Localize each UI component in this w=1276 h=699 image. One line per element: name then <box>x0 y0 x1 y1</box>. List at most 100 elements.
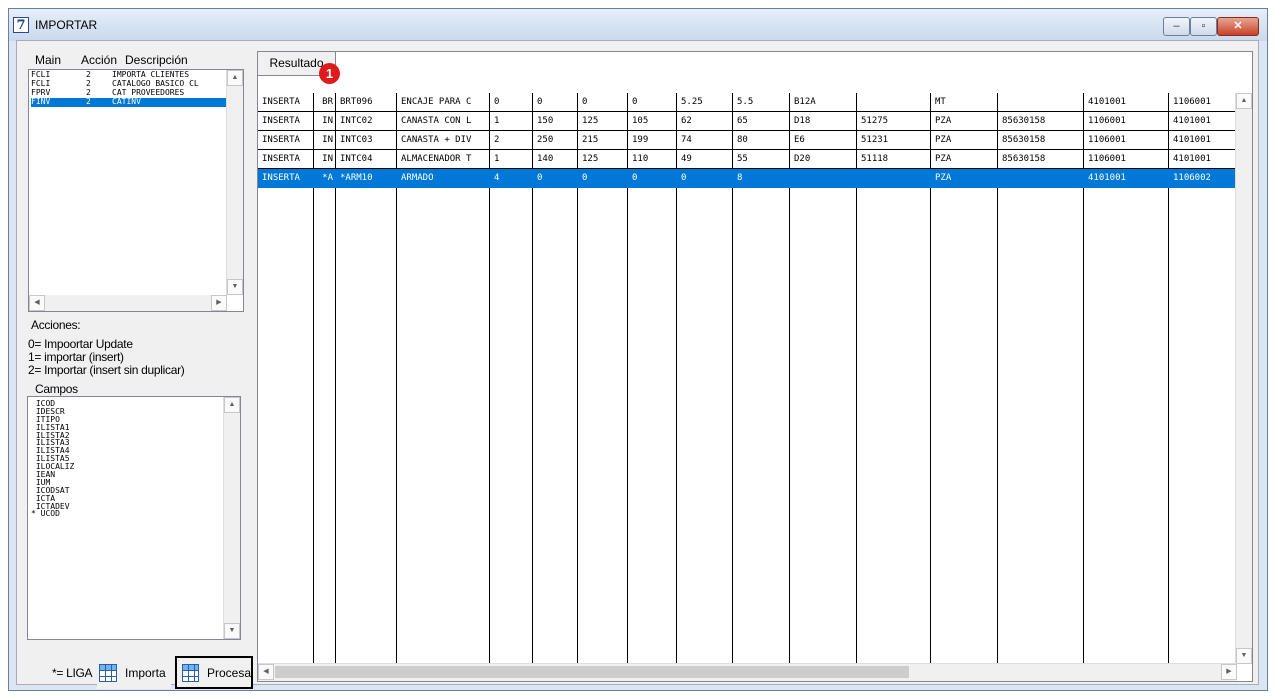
table-cell[interactable]: 215 <box>578 131 628 150</box>
title-bar[interactable]: 7 IMPORTAR – ▫ ✕ <box>9 9 1267 41</box>
table-cell[interactable]: ENCAJE PARA C <box>397 93 490 112</box>
table-cell[interactable]: 5.5 <box>733 93 790 112</box>
table-cell[interactable]: 85630158 <box>998 131 1084 150</box>
table-cell[interactable]: ALMACENADOR T <box>397 150 490 169</box>
table-cell[interactable]: BR <box>314 93 336 112</box>
scroll-up-icon[interactable]: ▲ <box>227 70 243 86</box>
grid-hscroll[interactable]: ◀ ▶ <box>258 663 1237 681</box>
table-cell[interactable]: 1106001 <box>1084 150 1169 169</box>
hscroll-thumb[interactable] <box>275 666 909 678</box>
table-cell[interactable]: CANASTA + DIV <box>397 131 490 150</box>
table-cell[interactable]: 2 <box>490 131 533 150</box>
table-cell[interactable]: PZA <box>931 169 998 188</box>
table-cell[interactable]: 74 <box>677 131 733 150</box>
grid-vscroll[interactable]: ▲ ▼ <box>1235 93 1252 664</box>
table-cell[interactable]: CANASTA CON L <box>397 112 490 131</box>
table-cell[interactable]: 55 <box>733 150 790 169</box>
procesa-button[interactable]: Procesa <box>175 656 253 689</box>
campo-item[interactable]: ILOCALIZ <box>31 463 221 471</box>
table-cell[interactable]: 8 <box>733 169 790 188</box>
table-cell[interactable]: 0 <box>677 169 733 188</box>
table-cell[interactable]: 105 <box>628 112 677 131</box>
table-cell[interactable]: 0 <box>490 93 533 112</box>
table-cell[interactable]: D18 <box>790 112 857 131</box>
table-cell[interactable]: INSERTA <box>258 112 314 131</box>
table-cell[interactable]: 85630158 <box>998 112 1084 131</box>
table-cell[interactable] <box>998 93 1084 112</box>
table-cell[interactable]: 150 <box>533 112 578 131</box>
table-cell[interactable]: E6 <box>790 131 857 150</box>
table-cell[interactable]: 51275 <box>857 112 931 131</box>
scroll-down-icon[interactable]: ▼ <box>1236 648 1252 664</box>
campos-listbox[interactable]: ICOD IDESCR ITIPO ILISTA1 ILISTA2 ILISTA… <box>27 396 241 640</box>
table-cell[interactable]: BRT096 <box>336 93 397 112</box>
table-cell[interactable]: 4101001 <box>1084 93 1169 112</box>
table-row[interactable]: INSERTA *A *ARM10 ARMADO 4 0 0 0 0 8 PZA 4101001 110… <box>258 169 1237 188</box>
table-cell[interactable]: B12A <box>790 93 857 112</box>
table-cell[interactable]: 125 <box>578 112 628 131</box>
table-cell[interactable]: 1106001 <box>1169 93 1237 112</box>
table-cell[interactable]: INSERTA <box>258 150 314 169</box>
campos-vscroll[interactable]: ▲ ▼ <box>223 397 240 639</box>
campo-item[interactable]: IEAN <box>31 471 221 479</box>
table-cell[interactable]: ARMADO <box>397 169 490 188</box>
table-cell[interactable]: 85630158 <box>998 150 1084 169</box>
table-cell[interactable]: D20 <box>790 150 857 169</box>
table-cell[interactable]: 0 <box>628 169 677 188</box>
main-list-vscroll[interactable]: ▲ ▼ <box>226 70 243 295</box>
table-cell[interactable]: 0 <box>578 169 628 188</box>
importa-button[interactable]: Importa <box>97 656 171 689</box>
scroll-right-icon[interactable]: ▶ <box>1221 664 1237 680</box>
table-cell[interactable]: 140 <box>533 150 578 169</box>
table-row[interactable]: INSERTA IN INTC04 ALMACENADOR T 1 140 125 110 49… <box>258 150 1237 169</box>
table-cell[interactable]: INSERTA <box>258 131 314 150</box>
scroll-up-icon[interactable]: ▲ <box>224 397 240 413</box>
table-cell[interactable]: 51231 <box>857 131 931 150</box>
table-cell[interactable]: 49 <box>677 150 733 169</box>
table-row[interactable]: INSERTA BR BRT096 ENCAJE PARA C 0 0 0 0 5.25 5.5 B… <box>258 93 1237 112</box>
scroll-left-icon[interactable]: ◀ <box>29 295 45 311</box>
table-cell[interactable]: MT <box>931 93 998 112</box>
main-list-row[interactable]: FINV 2 CATINV <box>31 97 227 107</box>
table-cell[interactable]: 4101001 <box>1169 112 1237 131</box>
table-cell[interactable]: INTC04 <box>336 150 397 169</box>
table-cell[interactable]: 110 <box>628 150 677 169</box>
table-cell[interactable]: PZA <box>931 112 998 131</box>
table-cell[interactable]: *A <box>314 169 336 188</box>
table-cell[interactable]: IN <box>314 150 336 169</box>
table-cell[interactable]: 51118 <box>857 150 931 169</box>
table-cell[interactable]: 5.25 <box>677 93 733 112</box>
main-listbox[interactable]: FCLI 2 IMPORTA CLIENTES FCLI 2 CATALOGO BASIC… <box>28 69 244 312</box>
campo-item[interactable]: ICODSAT <box>31 486 221 495</box>
table-cell[interactable]: IN <box>314 131 336 150</box>
table-cell[interactable]: 4 <box>490 169 533 188</box>
table-cell[interactable]: 0 <box>578 93 628 112</box>
table-cell[interactable] <box>857 169 931 188</box>
table-cell[interactable]: 4101001 <box>1169 150 1237 169</box>
table-cell[interactable]: 1106002 <box>1169 169 1237 188</box>
table-cell[interactable]: INTC03 <box>336 131 397 150</box>
maximize-button[interactable]: ▫ <box>1190 17 1217 36</box>
table-cell[interactable]: 125 <box>578 150 628 169</box>
scroll-down-icon[interactable]: ▼ <box>224 623 240 639</box>
table-cell[interactable]: 4101001 <box>1169 131 1237 150</box>
table-cell[interactable]: *ARM10 <box>336 169 397 188</box>
campo-item[interactable]: * UCOD <box>31 510 221 518</box>
table-cell[interactable]: 62 <box>677 112 733 131</box>
table-cell[interactable]: 1 <box>490 112 533 131</box>
table-cell[interactable]: 4101001 <box>1084 169 1169 188</box>
table-cell[interactable]: 65 <box>733 112 790 131</box>
minimize-button[interactable]: – <box>1163 17 1190 36</box>
scroll-left-icon[interactable]: ◀ <box>258 664 274 680</box>
table-cell[interactable]: IN <box>314 112 336 131</box>
table-row[interactable]: INSERTA IN INTC02 CANASTA CON L 1 150 125 105 62… <box>258 112 1237 131</box>
table-cell[interactable]: 1106001 <box>1084 112 1169 131</box>
table-cell[interactable]: 1 <box>490 150 533 169</box>
table-cell[interactable] <box>857 93 931 112</box>
table-cell[interactable]: INSERTA <box>258 169 314 188</box>
table-cell[interactable]: 0 <box>628 93 677 112</box>
result-grid[interactable]: Resultado 1 INSERTA BR BRT096 ENCAJE PARA C… <box>257 51 1253 682</box>
table-cell[interactable]: 0 <box>533 93 578 112</box>
table-cell[interactable]: INTC02 <box>336 112 397 131</box>
table-cell[interactable]: PZA <box>931 150 998 169</box>
